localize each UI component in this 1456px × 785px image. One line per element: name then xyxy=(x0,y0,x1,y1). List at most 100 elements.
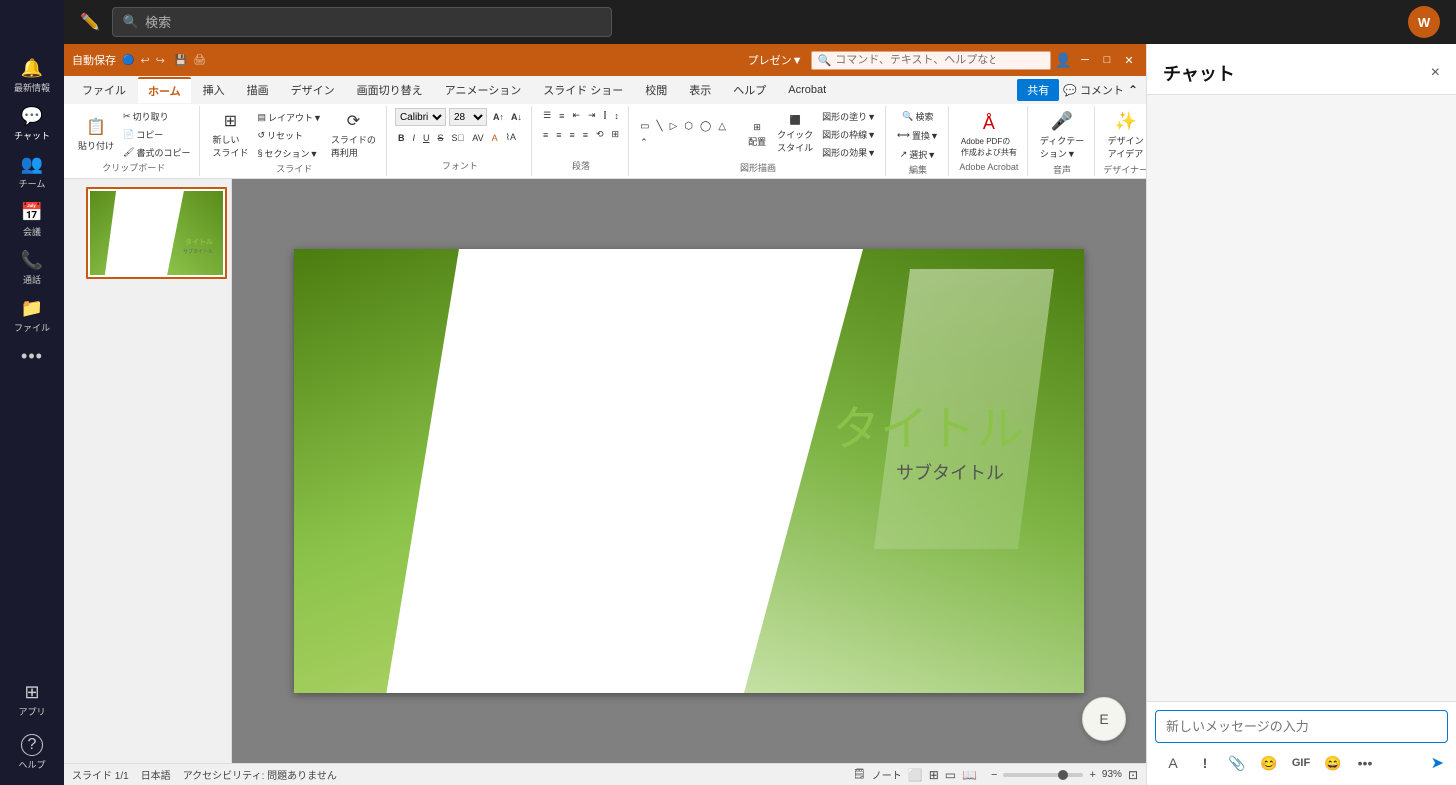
indent-decrease-button[interactable]: ⇤ xyxy=(569,108,583,123)
italic-button[interactable]: I xyxy=(409,131,418,145)
share-button[interactable]: 共有 xyxy=(1017,79,1059,101)
align-left-button[interactable]: ≡ xyxy=(540,127,551,142)
smart-art-button[interactable]: ⊞ xyxy=(609,127,623,142)
tab-help[interactable]: ヘルプ xyxy=(723,78,776,102)
outline-button[interactable]: 図形の枠線▼ xyxy=(819,126,879,143)
slide-canvas[interactable]: タイトル サブタイトル xyxy=(294,249,1084,693)
sidebar-item-apps[interactable]: ⊞ アプリ xyxy=(8,676,56,724)
number-button[interactable]: ≡ xyxy=(556,108,567,123)
tab-slideshow[interactable]: スライド ショー xyxy=(533,78,633,102)
fit-slide-icon[interactable]: ⊡ xyxy=(1128,768,1138,782)
chat-input[interactable] xyxy=(1166,719,1437,734)
strikethrough-button[interactable]: S xyxy=(434,131,446,145)
text-direction-button[interactable]: ⟲ xyxy=(593,127,607,142)
sidebar-item-calls[interactable]: 📞 通話 xyxy=(8,244,56,292)
exclamation-button[interactable]: ! xyxy=(1191,749,1219,777)
bold-button[interactable]: B xyxy=(395,131,408,145)
font-decrease-button[interactable]: A↓ xyxy=(508,110,525,124)
gif-button[interactable]: GIF xyxy=(1287,749,1315,777)
undo-icon[interactable]: ↩ xyxy=(140,54,149,67)
font-increase-button[interactable]: A↑ xyxy=(490,110,507,124)
reading-view-icon[interactable]: 📖 xyxy=(962,768,977,782)
sidebar-item-help[interactable]: ? ヘルプ xyxy=(8,728,56,777)
tab-animations[interactable]: アニメーション xyxy=(435,78,532,102)
tab-insert[interactable]: 挿入 xyxy=(193,78,235,102)
zoom-slider[interactable] xyxy=(1003,773,1083,777)
shape-up[interactable]: ⌃ xyxy=(637,135,651,150)
select-button[interactable]: ↗選択▼ xyxy=(897,146,939,163)
fill-color-button[interactable]: 図形の塗り▼ xyxy=(819,108,879,125)
notes-icon[interactable]: 🗒 xyxy=(853,769,866,780)
char-spacing-button[interactable]: AV xyxy=(469,131,486,145)
sidebar-item-chat[interactable]: 💬 チャット xyxy=(8,100,56,148)
shape-2[interactable]: ╲ xyxy=(654,119,666,134)
dictation-button[interactable]: 🎤 ディクテーション▼ xyxy=(1036,108,1088,163)
effect-button[interactable]: 図形の効果▼ xyxy=(819,144,879,161)
columns-button[interactable]: ⫿ xyxy=(601,108,610,123)
slide-subtitle[interactable]: サブタイトル xyxy=(896,459,1004,485)
tab-acrobat[interactable]: Acrobat xyxy=(778,80,836,100)
layout-button[interactable]: ▤レイアウト▼ xyxy=(254,109,324,126)
slideshow-view-icon[interactable]: ▭ xyxy=(945,768,956,782)
reuse-slide-button[interactable]: ⟳ スライドの再利用 xyxy=(327,108,380,162)
zoom-in-icon[interactable]: + xyxy=(1089,769,1095,781)
person-icon[interactable]: 👤 xyxy=(1055,52,1072,69)
quick-style-button[interactable]: ⬛ クイックスタイル xyxy=(773,112,817,157)
tab-file[interactable]: ファイル xyxy=(72,78,136,102)
maximize-button[interactable]: □ xyxy=(1098,51,1116,69)
align-button[interactable]: ⊞ 配置 xyxy=(743,119,771,151)
tab-transitions[interactable]: 画面切り替え xyxy=(347,78,433,102)
send-button[interactable]: ➤ xyxy=(1431,753,1444,773)
user-avatar[interactable]: W xyxy=(1408,6,1440,38)
ppt-search-box[interactable]: 🔍 xyxy=(811,51,1051,70)
ppt-search-input[interactable] xyxy=(835,54,995,66)
format-copy-button[interactable]: 🖌書式のコピー xyxy=(120,144,193,161)
close-chat-button[interactable]: × xyxy=(1431,64,1440,82)
shape-6[interactable]: △ xyxy=(715,119,729,134)
highlight-button[interactable]: ⌇A xyxy=(503,130,519,145)
tab-view[interactable]: 表示 xyxy=(679,78,721,102)
search-input[interactable] xyxy=(145,15,601,30)
copy-button[interactable]: 📄コピー xyxy=(120,126,193,143)
align-center-button[interactable]: ≡ xyxy=(553,127,564,142)
align-right-button[interactable]: ≡ xyxy=(566,127,577,142)
floating-user-button[interactable]: E xyxy=(1082,697,1126,741)
emoji-button[interactable]: 😊 xyxy=(1255,749,1283,777)
shadow-button[interactable]: S⃣ xyxy=(448,131,467,145)
tab-home[interactable]: ホーム xyxy=(138,77,191,103)
shape-3[interactable]: ▷ xyxy=(667,119,681,134)
design-ideas-button[interactable]: ✨ デザインアイデア xyxy=(1104,108,1148,163)
find-button[interactable]: 🔍検索 xyxy=(899,108,936,125)
tab-design[interactable]: デザイン xyxy=(281,78,345,102)
shape-4[interactable]: ⬡ xyxy=(681,119,696,134)
font-color-button[interactable]: A xyxy=(489,131,501,145)
attach-button[interactable]: 📎 xyxy=(1223,749,1251,777)
comment-button[interactable]: 💬 コメント xyxy=(1063,82,1124,98)
minimize-button[interactable]: ─ xyxy=(1076,51,1094,69)
replace-button[interactable]: ⟷置換▼ xyxy=(894,127,942,144)
sticker-button[interactable]: 😄 xyxy=(1319,749,1347,777)
sidebar-item-activity[interactable]: 🔔 最新情報 xyxy=(8,52,56,100)
edit-icon[interactable]: ✏️ xyxy=(80,12,100,32)
sidebar-item-teams[interactable]: 👥 チーム xyxy=(8,148,56,196)
shape-5[interactable]: ◯ xyxy=(697,119,714,134)
line-spacing-button[interactable]: ↕ xyxy=(611,108,622,123)
print-icon[interactable]: 🖨 xyxy=(193,55,206,66)
font-size-select[interactable]: 28 xyxy=(449,108,487,126)
redo-icon[interactable]: ↪ xyxy=(156,54,165,67)
slide-title[interactable]: タイトル xyxy=(832,389,1024,459)
toggle-switch[interactable]: 🔵 xyxy=(122,55,134,66)
justify-button[interactable]: ≡ xyxy=(580,127,591,142)
underline-button[interactable]: U xyxy=(420,131,433,145)
outline-view-icon[interactable]: ⊞ xyxy=(929,768,939,782)
format-text-button[interactable]: A xyxy=(1159,749,1187,777)
close-button[interactable]: ✕ xyxy=(1120,51,1138,69)
shape-1[interactable]: ▭ xyxy=(637,119,652,134)
reset-button[interactable]: ↺リセット xyxy=(254,127,324,144)
ribbon-toggle-icon[interactable]: ⌃ xyxy=(1128,83,1138,97)
normal-view-icon[interactable]: ⬜ xyxy=(908,768,923,782)
sidebar-item-more[interactable]: ••• xyxy=(8,340,56,373)
sidebar-item-calendar[interactable]: 📅 会議 xyxy=(8,196,56,244)
bullet-button[interactable]: ☰ xyxy=(540,108,554,123)
paste-button[interactable]: 📋 貼り付け xyxy=(74,114,118,155)
